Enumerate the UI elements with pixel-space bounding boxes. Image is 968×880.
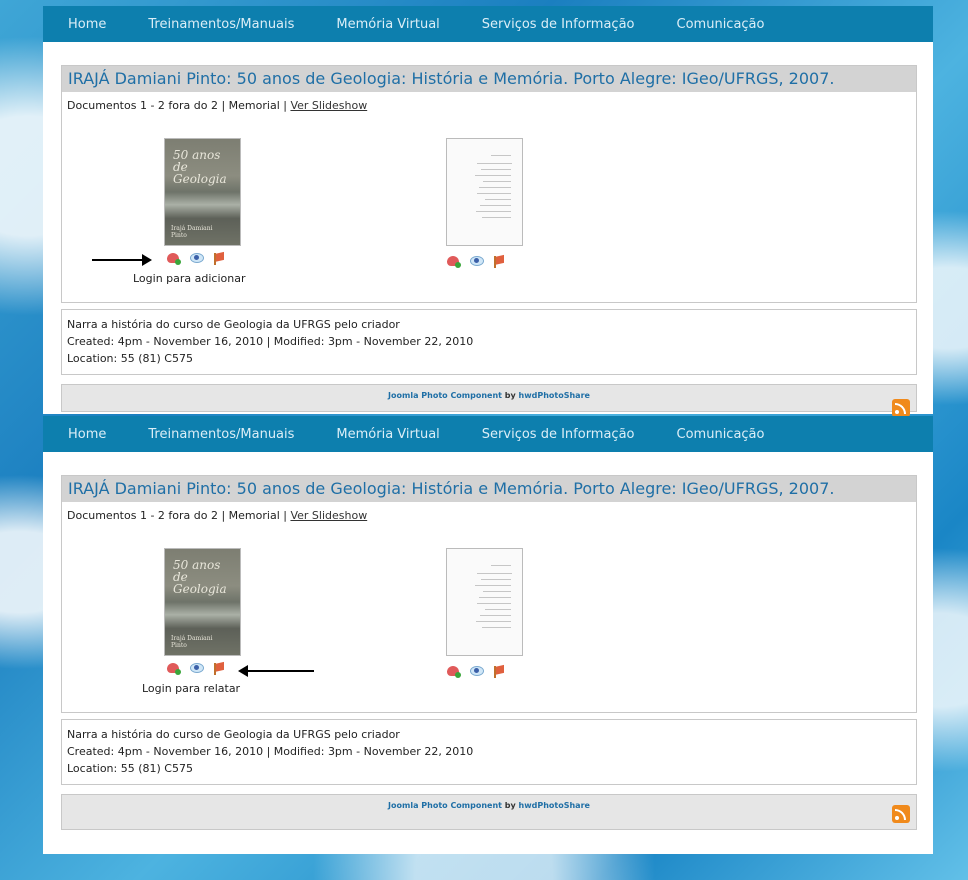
- nav-home[interactable]: Home: [68, 427, 106, 442]
- footer-brand-link[interactable]: hwdPhotoShare: [519, 391, 590, 400]
- report-flag-icon[interactable]: [212, 661, 226, 675]
- nav-home[interactable]: Home: [68, 17, 106, 32]
- report-flag-icon[interactable]: [492, 254, 506, 268]
- document-info: Narra a história do curso de Geologia da…: [61, 719, 917, 785]
- footer-by: by: [502, 801, 519, 810]
- footer-brand-link[interactable]: hwdPhotoShare: [519, 801, 590, 810]
- main-nav: Home Treinamentos/Manuais Memória Virtua…: [43, 416, 933, 452]
- document-count: Documentos 1 - 2 fora do 2 | Memorial |: [67, 509, 291, 522]
- document-thumbnail-page[interactable]: [446, 548, 523, 656]
- view-eye-icon[interactable]: [469, 254, 484, 268]
- main-nav: Home Treinamentos/Manuais Memória Virtua…: [43, 6, 933, 42]
- favourite-heart-icon[interactable]: [166, 251, 181, 265]
- annotation-arrow-left: [238, 665, 314, 677]
- nav-comunicacao[interactable]: Comunicação: [677, 427, 765, 442]
- rss-feed-icon[interactable]: [892, 805, 910, 823]
- document-thumbnail-cover[interactable]: 50 anos de Geologia Irajá Damiani Pinto: [164, 548, 241, 656]
- nav-servicos[interactable]: Serviços de Informação: [482, 17, 635, 32]
- login-tooltip: Login para relatar: [142, 682, 241, 695]
- report-flag-icon[interactable]: [492, 664, 506, 678]
- cover-author-text: Irajá Damiani Pinto: [171, 635, 213, 649]
- document-info: Narra a história do curso de Geologia da…: [61, 309, 917, 375]
- footer: Joomla Photo Component by hwdPhotoShare: [61, 794, 917, 830]
- document-location: Location: 55 (81) C575: [67, 762, 193, 775]
- report-flag-icon[interactable]: [212, 251, 226, 265]
- screenshot-panel-2: Home Treinamentos/Manuais Memória Virtua…: [43, 416, 933, 854]
- footer-component-link[interactable]: Joomla Photo Component: [388, 801, 502, 810]
- album-title: IRAJÁ Damiani Pinto: 50 anos de Geologia…: [62, 66, 916, 92]
- screenshot-panel-1: Home Treinamentos/Manuais Memória Virtua…: [43, 6, 933, 417]
- document-description: Narra a história do curso de Geologia da…: [67, 728, 400, 741]
- annotation-arrow-right: [92, 254, 152, 266]
- thumbnail-actions: [446, 254, 515, 268]
- nav-memoria-virtual[interactable]: Memória Virtual: [336, 427, 439, 442]
- nav-servicos[interactable]: Serviços de Informação: [482, 427, 635, 442]
- favourite-heart-icon[interactable]: [166, 661, 181, 675]
- nav-treinamentos[interactable]: Treinamentos/Manuais: [148, 17, 294, 32]
- cover-author-text: Irajá Damiani Pinto: [171, 225, 213, 239]
- nav-treinamentos[interactable]: Treinamentos/Manuais: [148, 427, 294, 442]
- album-title: IRAJÁ Damiani Pinto: 50 anos de Geologia…: [62, 476, 916, 502]
- view-eye-icon[interactable]: [189, 251, 204, 265]
- document-thumbnail-page[interactable]: [446, 138, 523, 246]
- document-count-line: Documentos 1 - 2 fora do 2 | Memorial | …: [62, 92, 916, 112]
- footer-component-link[interactable]: Joomla Photo Component: [388, 391, 502, 400]
- nav-comunicacao[interactable]: Comunicação: [677, 17, 765, 32]
- thumbnail-actions: [446, 664, 515, 678]
- thumbnail-actions: [166, 661, 235, 675]
- slideshow-link[interactable]: Ver Slideshow: [290, 99, 367, 112]
- login-tooltip: Login para adicionar: [133, 272, 246, 285]
- favourite-heart-icon[interactable]: [446, 664, 461, 678]
- document-dates: Created: 4pm - November 16, 2010 | Modif…: [67, 745, 474, 758]
- cover-title-text: 50 anos de Geologia: [173, 148, 227, 186]
- document-description: Narra a história do curso de Geologia da…: [67, 318, 400, 331]
- favourite-heart-icon[interactable]: [446, 254, 461, 268]
- footer: Joomla Photo Component by hwdPhotoShare: [61, 384, 917, 417]
- view-eye-icon[interactable]: [189, 661, 204, 675]
- album-box: IRAJÁ Damiani Pinto: 50 anos de Geologia…: [61, 475, 917, 713]
- nav-memoria-virtual[interactable]: Memória Virtual: [336, 17, 439, 32]
- thumbnail-actions: [166, 251, 235, 265]
- footer-by: by: [502, 391, 519, 400]
- rss-feed-icon[interactable]: [892, 399, 910, 417]
- cover-title-text: 50 anos de Geologia: [173, 558, 227, 596]
- album-box: IRAJÁ Damiani Pinto: 50 anos de Geologia…: [61, 65, 917, 303]
- document-count: Documentos 1 - 2 fora do 2 | Memorial |: [67, 99, 291, 112]
- document-location: Location: 55 (81) C575: [67, 352, 193, 365]
- view-eye-icon[interactable]: [469, 664, 484, 678]
- document-count-line: Documentos 1 - 2 fora do 2 | Memorial | …: [62, 502, 916, 522]
- document-thumbnail-cover[interactable]: 50 anos de Geologia Irajá Damiani Pinto: [164, 138, 241, 246]
- document-dates: Created: 4pm - November 16, 2010 | Modif…: [67, 335, 474, 348]
- slideshow-link[interactable]: Ver Slideshow: [290, 509, 367, 522]
